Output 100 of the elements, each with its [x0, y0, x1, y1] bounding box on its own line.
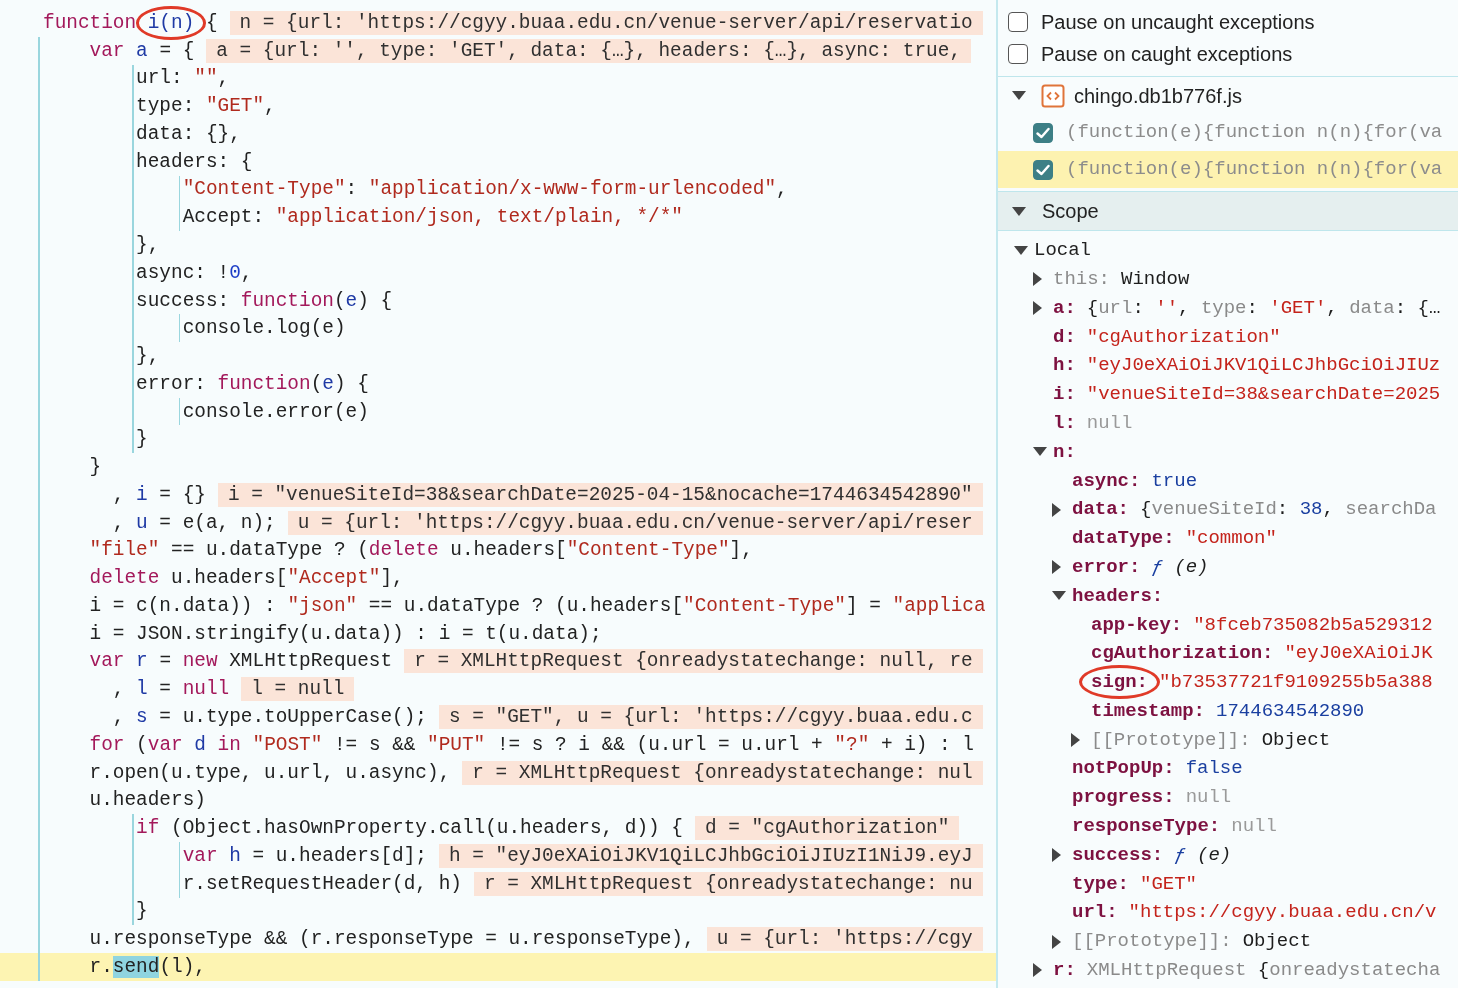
caret-right-icon[interactable]: [1052, 502, 1061, 517]
code-line: i = c(n.data)) : "json" == u.dataType ? (u.headers["Content-Type"] = "applica: [88, 593, 986, 619]
property-name: h:: [1053, 353, 1076, 379]
code-line: }: [135, 899, 148, 925]
inline-value: r = XMLHttpRequest {onreadystatechange: nu: [473, 871, 983, 896]
checkbox[interactable]: [1033, 159, 1053, 180]
code-line: },: [135, 233, 160, 258]
breakpoint-code: (function(e){function n(n){for(va: [1066, 120, 1443, 146]
code-line: delete u.headers["Accept"],: [88, 566, 404, 592]
property-name: cgAuthorization:: [1091, 641, 1274, 667]
checkbox[interactable]: [1008, 12, 1028, 32]
property-value: true: [1151, 468, 1198, 494]
caret-down-icon[interactable]: [1012, 91, 1026, 100]
property-name: headers:: [1072, 583, 1164, 609]
code-line: async: !0,: [135, 260, 253, 286]
property-value: "8fceb735082b5a529312: [1193, 612, 1433, 638]
property-name: data:: [1072, 497, 1129, 523]
property-value: "common": [1185, 526, 1277, 552]
property-value: ƒ (e): [1174, 842, 1232, 868]
code-line: "file" == u.dataType ? (delete u.headers["Content-Type"],: [88, 538, 753, 564]
code-line: {: [204, 10, 218, 36]
inline-value: d = "cgAuthorization": [695, 816, 960, 841]
checkbox-label: Pause on caught exceptions: [1041, 42, 1293, 67]
code-line: console.log(e): [181, 316, 346, 342]
caret-down-icon[interactable]: [1012, 206, 1026, 216]
checkbox[interactable]: [1033, 122, 1053, 143]
property-value: null: [1086, 410, 1133, 436]
code-line: type: "GET",: [135, 94, 276, 120]
caret-right-icon[interactable]: [1052, 848, 1061, 863]
property-name: progress:: [1072, 785, 1175, 811]
caret-down-icon[interactable]: [1052, 591, 1066, 601]
caret-down-icon[interactable]: [1014, 245, 1028, 255]
breakpoint-code: (function(e){function n(n){for(va: [1066, 157, 1443, 183]
property-value: "cgAuthorization": [1086, 324, 1281, 350]
circled-function-signature: i(n): [135, 5, 207, 40]
code-line: r.setRequestHeader(d, h): [181, 871, 462, 897]
code-line: headers: {: [135, 149, 253, 175]
code-line: console.error(e): [181, 399, 369, 425]
property-value: "https://cgyy.buaa.edu.cn/v: [1128, 900, 1437, 926]
inline-value: u = {url: 'https://cgy: [706, 927, 983, 952]
inline-value: a = {url: '', type: 'GET', data: {…}, headers: {…}, async: true,: [206, 38, 972, 63]
property-name: success:: [1072, 842, 1164, 868]
property-value: "GET": [1140, 871, 1198, 897]
code-line: success: function(e) {: [135, 288, 393, 314]
caret-right-icon[interactable]: [1033, 963, 1042, 978]
caret-right-icon[interactable]: [1052, 560, 1061, 575]
property-name: dataType:: [1072, 526, 1175, 552]
code-line: , u = e(a, n);: [111, 510, 276, 536]
code-line: Accept: "application/json, text/plain, */*": [181, 205, 683, 231]
code-line: r.open(u.type, u.url, u.async),: [88, 760, 451, 786]
code-line: function: [43, 10, 138, 36]
code-line: data: {},: [135, 121, 241, 147]
property-name: [[Prototype]]:: [1091, 727, 1251, 753]
inline-value: s = "GET", u = {url: 'https://cgyy.buaa.edu.c: [439, 705, 983, 729]
property-value: null: [1185, 785, 1232, 811]
property-name: a:: [1053, 295, 1076, 321]
code-line: r.send(l),: [88, 954, 206, 980]
property-value: {url: '', type: 'GET', data: {…: [1086, 295, 1441, 321]
property-value: null: [1231, 814, 1277, 840]
property-name: l:: [1053, 410, 1076, 436]
property-value: "venueSiteId=38&searchDate=2025: [1086, 382, 1441, 408]
inline-value: h = "eyJ0eXAiOiJKV1QiLCJhbGciOiJIUzI1NiJ9.eyJ: [439, 843, 983, 868]
code-line: u.responseType && (r.responseType = u.responseType),: [88, 927, 695, 953]
code-line: , s = u.type.toUpperCase();: [111, 705, 427, 730]
property-value: false: [1185, 756, 1243, 782]
circled-property-name: sign:: [1079, 665, 1160, 700]
property-name: responseType:: [1072, 814, 1221, 840]
caret-right-icon[interactable]: [1052, 934, 1061, 949]
caret-right-icon[interactable]: [1071, 732, 1080, 747]
inline-value: r = XMLHttpRequest {onreadystatechange: nul: [462, 760, 983, 785]
property-name: error:: [1072, 554, 1141, 580]
code-line: }: [135, 427, 148, 453]
code-line: for (var d in "POST" != s && "PUT" != s ? i && (u.url = u.url + "?" + i) : l: [88, 732, 974, 758]
property-value: {venueSiteId: 38, searchDa: [1140, 497, 1437, 523]
code-line: var a = {: [88, 38, 195, 64]
inline-value: u = {url: 'https://cgyy.buaa.edu.cn/venue-server/api/reser: [287, 510, 983, 535]
caret-right-icon[interactable]: [1033, 301, 1042, 315]
scope-section-name[interactable]: Local: [1034, 236, 1091, 265]
property-name: this:: [1053, 266, 1110, 292]
code-line: "Content-Type": "application/x-www-form-urlencoded",: [181, 177, 788, 203]
code-line: },: [135, 344, 160, 370]
property-name: d:: [1053, 324, 1076, 350]
inline-value: l = null: [241, 677, 355, 702]
code-line: error: function(e) {: [135, 371, 369, 397]
property-value: "b73537721f9109255b5a388: [1159, 670, 1433, 696]
property-value: "eyJ0eXAiOiJKV1QiLCJhbGciOiJIUz: [1086, 353, 1441, 379]
scope-header[interactable]: Scope: [998, 191, 1458, 231]
caret-down-icon[interactable]: [1033, 447, 1047, 457]
property-value: "eyJ0eXAiOiJK: [1284, 641, 1433, 667]
checkbox[interactable]: [1008, 44, 1028, 64]
code-line: i = JSON.stringify(u.data)) : i = t(u.data);: [88, 621, 602, 647]
code-line: u.headers): [88, 788, 206, 814]
caret-right-icon[interactable]: [1033, 272, 1042, 287]
property-value: 1744634542890: [1216, 698, 1365, 724]
property-value: XMLHttpRequest {onreadystatecha: [1086, 958, 1441, 984]
inline-value: n = {url: 'https://cgyy.buaa.edu.cn/venue-server/api/reservatio: [229, 10, 983, 35]
file-name[interactable]: chingo.db1b776f.js: [1074, 80, 1242, 111]
code-file-icon: [1041, 83, 1065, 108]
property-name: notPopUp:: [1072, 756, 1175, 782]
property-name: n:: [1053, 439, 1076, 465]
